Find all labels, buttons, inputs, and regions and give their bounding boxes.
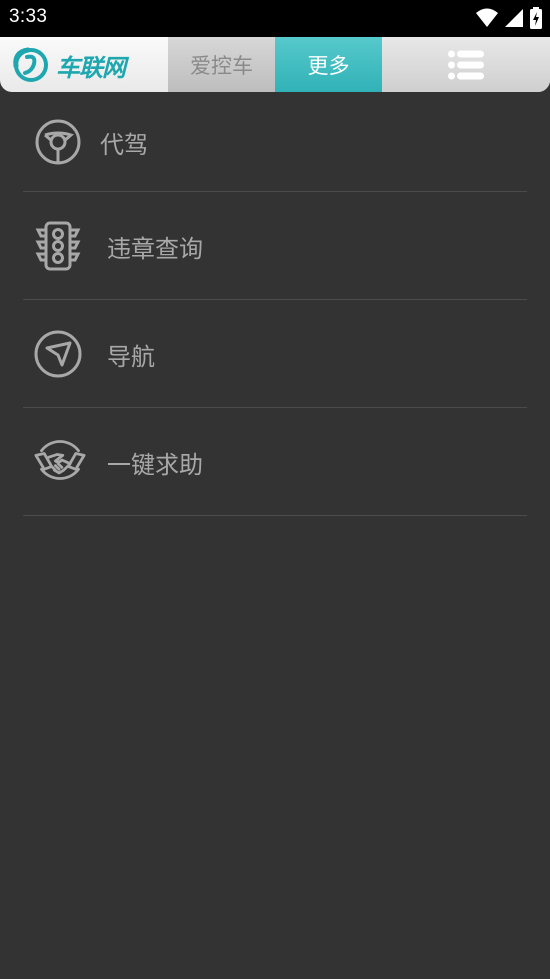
- handshake-icon: [34, 440, 86, 480]
- logo-text: 车联网: [56, 53, 126, 82]
- status-bar: 3:33: [0, 0, 550, 37]
- tab-more[interactable]: 更多: [275, 37, 382, 92]
- tab-label: 更多: [307, 53, 350, 78]
- menu-item-navigation[interactable]: 导航: [23, 300, 527, 408]
- menu-item-label: 导航: [107, 343, 155, 371]
- more-menu-list: 代驾 违章查询 导航 一键求助: [23, 92, 527, 516]
- app-header: 车联网 爱控车 更多: [0, 37, 550, 92]
- app-logo: 车联网: [12, 45, 126, 85]
- menu-item-label: 代驾: [100, 131, 148, 159]
- traffic-light-icon: [35, 221, 81, 271]
- menu-item-designated-driver[interactable]: 代驾: [23, 92, 527, 192]
- status-time: 3:33: [9, 6, 48, 27]
- menu-item-label: 一键求助: [107, 451, 203, 479]
- status-icons: [476, 7, 542, 29]
- steering-wheel-icon: [35, 119, 81, 165]
- tab-label: 爱控车: [190, 53, 253, 78]
- navigation-arrow-icon: [34, 330, 82, 378]
- battery-icon: [530, 7, 542, 29]
- logo-emblem-icon: [13, 47, 48, 82]
- tab-love-control-car[interactable]: 爱控车: [168, 37, 275, 92]
- signal-icon: [505, 9, 523, 27]
- list-menu-icon: [448, 50, 484, 79]
- menu-item-one-key-help[interactable]: 一键求助: [23, 408, 527, 516]
- wifi-icon: [476, 8, 498, 27]
- menu-button[interactable]: [382, 37, 550, 92]
- menu-item-violation-query[interactable]: 违章查询: [23, 192, 527, 300]
- menu-item-label: 违章查询: [107, 235, 203, 263]
